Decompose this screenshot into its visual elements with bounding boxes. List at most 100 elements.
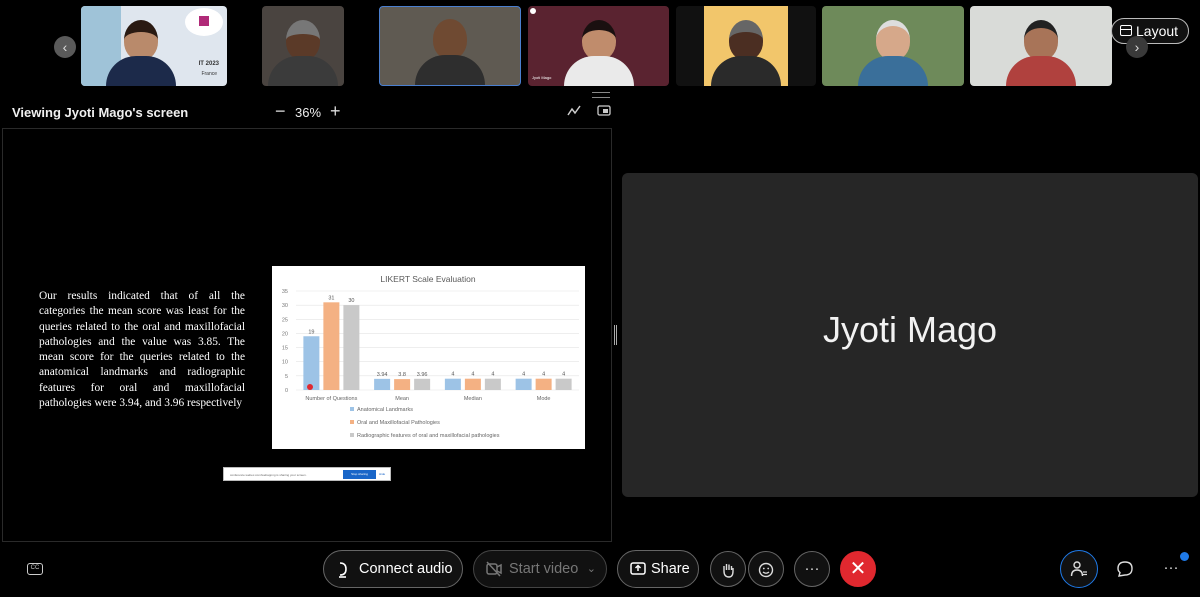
tile-slide-text: IT 2023: [198, 61, 219, 67]
pin-icon: [530, 8, 536, 14]
chart-bar: [464, 378, 481, 390]
smiley-icon: [758, 562, 774, 578]
legend-swatch: [350, 433, 354, 437]
data-label: 4: [522, 372, 525, 378]
participant-video: [106, 20, 176, 86]
data-label: 30: [348, 298, 354, 304]
participant-video: [1006, 20, 1076, 86]
x-tick-label: Median: [464, 396, 482, 402]
chart-svg: LIKERT Scale Evaluation 0 5 10 15 20 25 30 35 1…: [282, 274, 579, 439]
chart-bar: [323, 302, 340, 390]
active-speaker-panel: Jyoti Mago: [622, 173, 1198, 497]
participant-tile-1[interactable]: IT 2023 France: [81, 6, 227, 86]
x-tick-label: Mean: [395, 396, 409, 402]
chart-bar: [414, 378, 431, 390]
data-label: 3.96: [417, 372, 428, 378]
zoom-in-button[interactable]: +: [330, 101, 341, 122]
y-tick-label: 20: [282, 331, 288, 337]
data-label: 19: [308, 329, 314, 335]
participant-video: [415, 19, 485, 85]
y-tick-label: 10: [282, 360, 288, 366]
chart-bar: [303, 336, 320, 390]
connect-audio-button[interactable]: Connect audio: [323, 550, 463, 588]
participant-video: [858, 20, 928, 86]
share-button[interactable]: Share: [617, 550, 699, 588]
participant-video: [711, 20, 781, 86]
speaker-name: Jyoti Mago: [822, 309, 998, 350]
chart-legend: Anatomical Landmarks Oral and Maxillofaci…: [350, 407, 500, 439]
participant-tile-7[interactable]: [970, 6, 1112, 86]
reactions-button[interactable]: [748, 551, 784, 587]
participant-tile-4[interactable]: Jyoti Mago: [528, 6, 669, 86]
participant-tile-3[interactable]: [379, 6, 521, 86]
stop-sharing-button[interactable]: Stop sharing: [343, 470, 376, 479]
legend-label: Anatomical Landmarks: [357, 407, 413, 413]
x-tick-label: Number of Questions: [305, 396, 357, 402]
viewing-screen-label: Viewing Jyoti Mago's screen: [12, 105, 189, 120]
start-video-label: Start video: [509, 561, 579, 577]
chart-x-ticks: Number of Questions Mean Median Mode: [305, 396, 550, 402]
y-tick-label: 35: [282, 289, 288, 295]
notification-badge: [1180, 552, 1189, 561]
data-label: 3.94: [377, 372, 388, 378]
chat-icon: [1117, 561, 1133, 577]
participants-button[interactable]: [1060, 550, 1098, 588]
audio-icon: [336, 551, 350, 597]
cursor-marker: [307, 384, 313, 390]
participant-tile-6[interactable]: [822, 6, 964, 86]
end-call-button[interactable]: ✕: [840, 551, 876, 587]
data-label: 31: [328, 295, 334, 301]
chart-bar: [515, 378, 532, 390]
chart-y-ticks: 0 5 10 15 20 25 30 35: [282, 289, 288, 394]
participant-video: [268, 20, 338, 86]
legend-label: Oral and Maxillofacial Pathologies: [357, 420, 440, 426]
filmstrip-prev-arrow[interactable]: ‹: [54, 36, 76, 58]
legend-label: Radiographic features of oral and maxill…: [357, 433, 500, 439]
closed-captions-icon[interactable]: CC: [27, 563, 43, 575]
share-icon: [630, 551, 646, 597]
chart-title: LIKERT Scale Evaluation: [380, 274, 475, 284]
chart-bar: [484, 378, 501, 390]
shared-screen: Our results indicated that of all the ca…: [2, 128, 612, 542]
y-tick-label: 5: [285, 374, 288, 380]
chat-button[interactable]: [1107, 551, 1143, 587]
resize-grip-icon[interactable]: [592, 92, 610, 98]
filmstrip-next-arrow[interactable]: ›: [1126, 36, 1148, 58]
zoom-level: 36%: [295, 105, 322, 120]
data-label: 3.8: [398, 372, 406, 378]
participant-video: [563, 20, 634, 86]
layout-icon: [1120, 25, 1132, 36]
pop-out-icon[interactable]: [597, 105, 611, 117]
likert-chart: LIKERT Scale Evaluation 0 5 10 15 20 25 30 35 1…: [272, 266, 585, 449]
y-tick-label: 25: [282, 317, 288, 323]
tile-slide-subtext: France: [201, 71, 217, 77]
raise-hand-button[interactable]: [710, 551, 746, 587]
chart-bar: [394, 379, 411, 390]
more-options-button[interactable]: ···: [794, 551, 830, 587]
participant-tile-5[interactable]: [676, 6, 816, 86]
chevron-down-icon[interactable]: ⌄: [587, 551, 596, 587]
data-label: 4: [471, 372, 474, 378]
y-tick-label: 0: [285, 388, 288, 394]
x-tick-label: Mode: [537, 396, 551, 402]
chart-bar: [555, 378, 572, 390]
annotate-icon[interactable]: [567, 105, 581, 117]
sharing-notice-bar: conference.webex.com/webappng is sharing…: [223, 467, 391, 481]
chart-bar: [343, 305, 360, 390]
start-video-button[interactable]: Start video ⌄: [473, 550, 607, 588]
share-label: Share: [651, 561, 690, 577]
slide-body-text: Our results indicated that of all the ca…: [39, 290, 245, 410]
video-off-icon: [486, 551, 502, 597]
participant-tile-2[interactable]: [262, 6, 344, 86]
panel-splitter-handle[interactable]: [614, 325, 617, 345]
hand-icon: [723, 564, 734, 578]
layout-button[interactable]: Layout: [1111, 18, 1189, 44]
zoom-out-button[interactable]: −: [275, 101, 286, 122]
hide-notice-button[interactable]: Hide: [379, 470, 389, 479]
connect-audio-label: Connect audio: [359, 561, 453, 577]
participants-icon: [1070, 561, 1087, 577]
legend-swatch: [350, 407, 354, 411]
y-tick-label: 30: [282, 303, 288, 309]
chart-bars: [303, 302, 572, 390]
sharing-notice-text: conference.webex.com/webappng is sharing…: [230, 473, 307, 477]
